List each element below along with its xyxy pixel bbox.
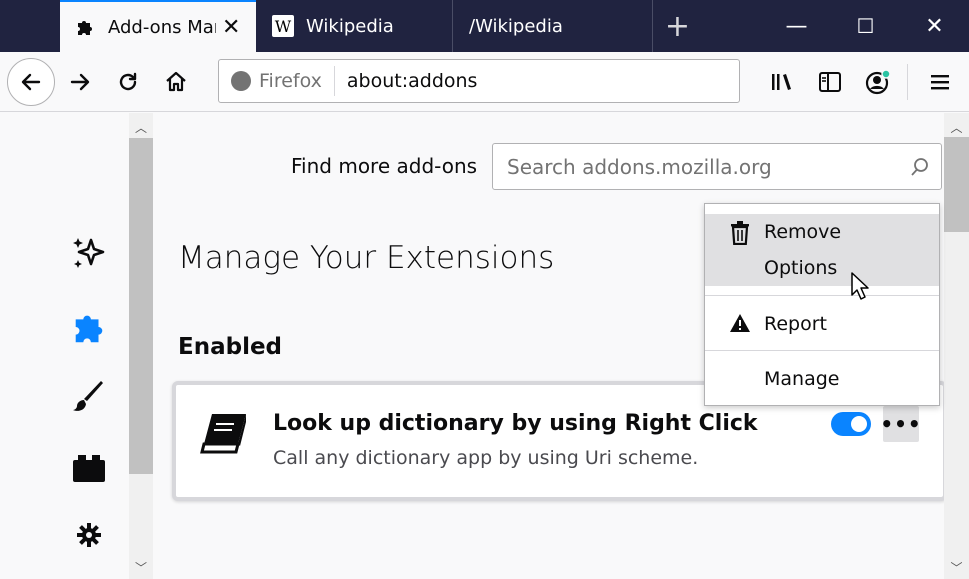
more-options-button[interactable]: ••• [880,406,921,442]
sidebar-toggle-button[interactable] [808,60,852,104]
gear-icon [77,523,101,547]
library-icon [772,74,791,90]
tab-label: /Wikipedia [469,15,563,37]
url-text[interactable]: about:addons [335,70,478,92]
trash-icon [729,221,751,250]
firefox-logo-icon [231,71,251,91]
tab-wikipedia[interactable]: W Wikipedia [258,0,452,52]
url-bar[interactable]: Firefox about:addons [218,59,740,103]
section-enabled-heading: Enabled [178,334,283,360]
navigation-toolbar: Firefox about:addons [0,52,969,112]
tab-addons-manager[interactable]: Add-ons Manager ✕ [60,0,256,52]
menu-item-label: Manage [764,368,840,390]
category-settings[interactable] [66,512,112,558]
home-button[interactable] [154,60,198,104]
home-icon [166,71,186,92]
sidebar-icon [819,72,841,92]
forward-arrow-icon [70,73,90,91]
extension-enable-toggle[interactable] [831,412,871,436]
puzzle-icon [75,315,103,343]
tab-label: Add-ons Manager [108,16,216,38]
page-title: Manage Your Extensions [178,240,555,276]
tab-wikipedia-2[interactable]: /Wikipedia [452,0,652,52]
puzzle-icon [74,16,96,38]
menu-item-remove[interactable]: Remove [705,214,939,250]
find-more-label: Find more add-ons [291,154,478,178]
hamburger-icon [931,75,949,90]
toggle-knob [851,416,867,432]
back-arrow-icon [21,73,41,91]
addons-search-input[interactable]: Search addons.mozilla.org [492,143,942,190]
paintbrush-icon [73,381,103,411]
sidebar-scroll-up-icon[interactable]: ︿ [129,117,153,137]
menu-item-manage[interactable]: Manage [705,361,939,397]
account-icon [865,69,891,95]
book-icon [200,410,252,462]
extension-name[interactable]: Look up dictionary by using Right Click [273,411,758,436]
account-button[interactable] [856,60,900,104]
category-recommendations[interactable] [66,230,112,276]
menu-item-report[interactable]: Report [705,306,939,342]
toolbar-divider [907,64,908,100]
plugin-block-icon [73,455,105,482]
sparkle-icon [73,238,105,268]
category-plugins[interactable] [66,446,112,492]
menu-item-label: Remove [764,221,842,243]
main-scrollbar-thumb[interactable] [944,137,969,232]
app-menu-button[interactable] [918,60,962,104]
category-extensions[interactable] [66,304,112,350]
back-button[interactable] [7,58,55,106]
menu-item-label: Report [764,313,827,335]
search-placeholder: Search addons.mozilla.org [507,154,772,179]
library-button[interactable] [760,60,804,104]
reload-icon [119,72,137,91]
wikipedia-icon: W [272,15,294,37]
tab-strip: Add-ons Manager ✕ W Wikipedia /Wikipedia… [0,0,969,52]
close-window-button[interactable]: ✕ [900,0,969,52]
mouse-cursor-icon [851,272,871,306]
reload-button[interactable] [106,60,150,104]
menu-separator [705,295,939,296]
extension-options-menu: Remove Options Report Manage [704,203,940,406]
menu-item-label: Options [764,257,838,279]
sidebar-scroll-down-icon[interactable]: ﹀ [129,557,153,577]
minimize-button[interactable]: — [762,0,831,52]
search-icon [909,156,931,183]
main-scroll-up-icon[interactable]: ︿ [944,117,969,137]
tab-label: Wikipedia [306,15,394,37]
identity-label: Firefox [259,70,322,92]
category-themes[interactable] [66,374,112,420]
menu-item-options[interactable]: Options [705,250,939,286]
identity-box[interactable]: Firefox [219,66,335,96]
warning-icon [729,313,751,338]
extension-description: Call any dictionary app by using Uri sch… [273,447,699,469]
new-tab-button[interactable]: + [652,0,702,52]
forward-button[interactable] [58,60,102,104]
menu-separator [705,350,939,351]
maximize-button[interactable]: ☐ [831,0,900,52]
tab-close-icon[interactable]: ✕ [222,15,240,40]
main-scroll-down-icon[interactable]: ﹀ [944,557,969,577]
sidebar-scrollbar-thumb[interactable] [129,138,153,474]
